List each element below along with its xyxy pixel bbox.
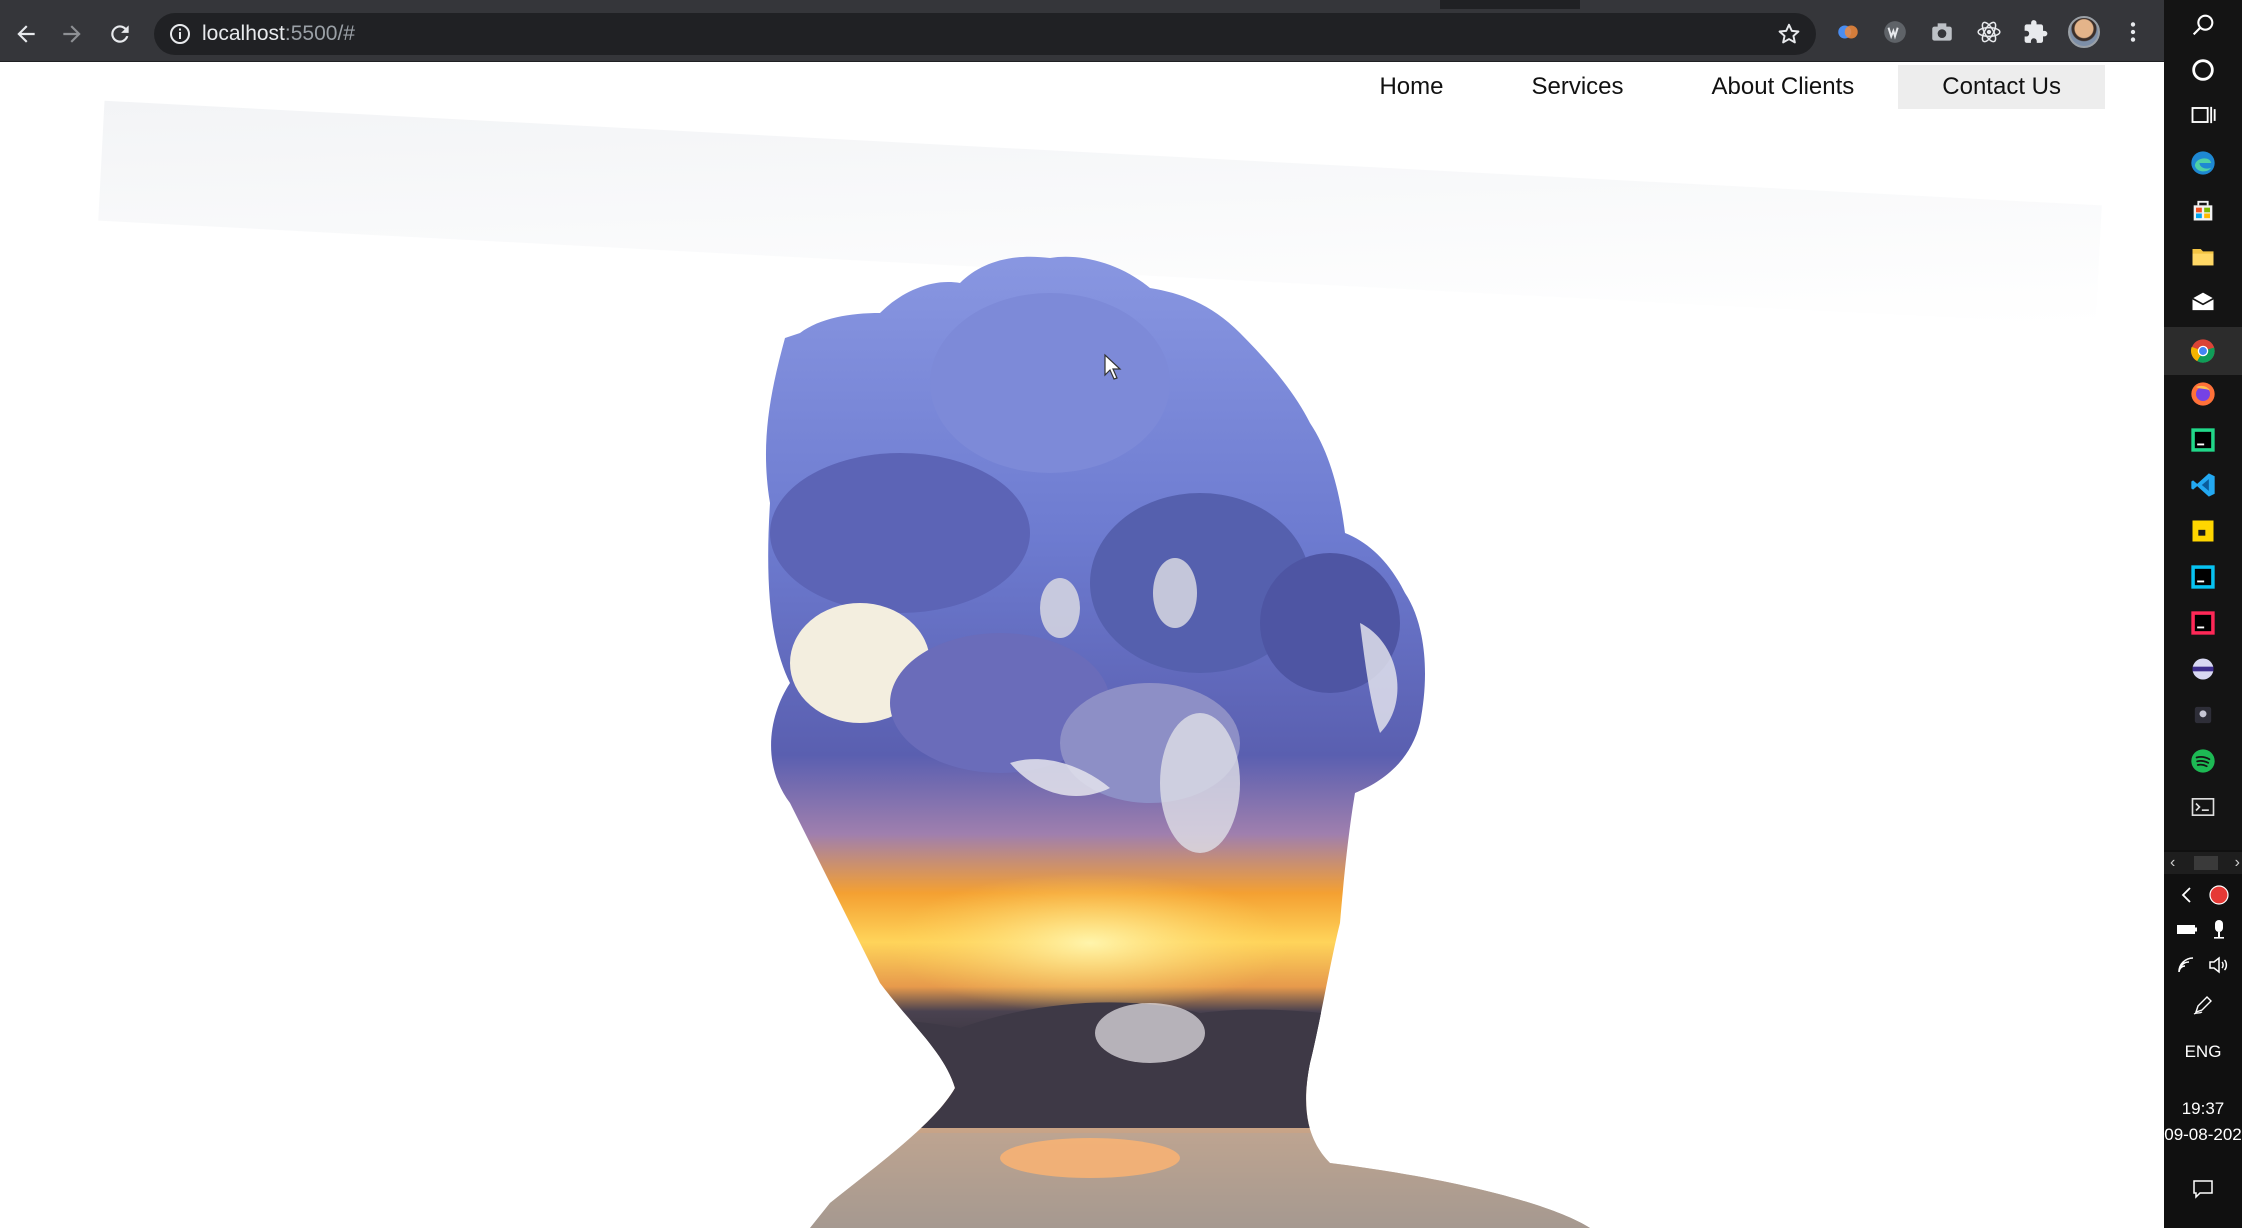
- site-navigation: Home Services About Clients Contact Us: [1335, 65, 2105, 109]
- scroll-left-icon[interactable]: ‹: [2170, 854, 2175, 872]
- taskbar-scrollbar[interactable]: ‹ ›: [2164, 852, 2242, 874]
- taskbar-app-2[interactable]: [2183, 695, 2223, 735]
- notification-icon: [2193, 1180, 2213, 1199]
- windows-taskbar: ‹ › ENG 19:37 09-08-202: [2164, 0, 2242, 1228]
- arrow-left-icon: [17, 25, 35, 43]
- tray-network[interactable]: [2174, 952, 2200, 978]
- tab-edge: [1580, 0, 2164, 9]
- action-center[interactable]: [2190, 1176, 2216, 1202]
- tray-record[interactable]: [2206, 882, 2232, 908]
- dualless-icon: [1838, 25, 1858, 39]
- url-host: localhost: [202, 22, 285, 45]
- search-icon: [2192, 14, 2214, 36]
- taskbar-pycharm[interactable]: [2183, 420, 2223, 460]
- taskbar-firefox[interactable]: [2183, 374, 2223, 414]
- taskbar-terminal[interactable]: [2183, 787, 2223, 827]
- task-view-icon: [2191, 106, 2216, 124]
- edge-icon: [2191, 151, 2215, 175]
- spotify-icon: [2191, 749, 2215, 773]
- taskbar-sticky-notes[interactable]: [2183, 511, 2223, 551]
- taskbar-webstorm[interactable]: [2183, 557, 2223, 597]
- store-icon: [2193, 200, 2213, 221]
- taskbar-edge[interactable]: [2183, 143, 2223, 183]
- taskbar-mail[interactable]: [2183, 282, 2223, 322]
- dualless-extension[interactable]: [1833, 17, 1863, 47]
- scroll-thumb[interactable]: [2194, 856, 2218, 870]
- double-exposure-fill: [765, 256, 1590, 1228]
- w-extension-icon: [1884, 21, 1906, 43]
- pen-icon: [2193, 996, 2212, 1015]
- pycharm-icon: [2191, 428, 2215, 452]
- taskbar-store[interactable]: [2183, 190, 2223, 230]
- arrow-right-icon: [63, 25, 81, 43]
- terminal-icon: [2191, 798, 2215, 816]
- mail-icon: [2192, 292, 2214, 311]
- tray-collapse[interactable]: [2174, 882, 2200, 908]
- tray-date[interactable]: 09-08-202: [2164, 1125, 2242, 1145]
- chevron-left-icon: [2181, 887, 2191, 903]
- chrome-icon: [2190, 339, 2215, 363]
- app2-icon: [2194, 706, 2212, 724]
- taskbar-cortana[interactable]: [2183, 50, 2223, 90]
- tray-pen[interactable]: [2190, 992, 2216, 1018]
- react-devtools-extension[interactable]: [1974, 17, 2004, 47]
- address-bar[interactable]: localhost:5500/#: [154, 13, 1816, 55]
- sticky-notes-icon: [2192, 520, 2214, 542]
- url-path: :5500/#: [284, 22, 355, 45]
- tab-strip: [0, 0, 2164, 9]
- taskbar-spotify[interactable]: [2183, 741, 2223, 781]
- vscode-icon: [2191, 473, 2215, 497]
- firefox-icon: [2191, 382, 2215, 406]
- hero-image: [765, 256, 1590, 1228]
- forward-button[interactable]: [52, 14, 92, 54]
- back-button[interactable]: [6, 14, 46, 54]
- react-devtools-icon: [1977, 21, 2001, 43]
- file-explorer-icon: [2192, 249, 2214, 266]
- avatar[interactable]: [2068, 16, 2100, 48]
- reload-button[interactable]: [100, 14, 140, 54]
- puzzle-icon: [2024, 20, 2048, 43]
- volume-icon: [2209, 956, 2228, 974]
- nav-home[interactable]: Home: [1335, 65, 1487, 109]
- record-icon: [2209, 885, 2229, 905]
- star-icon[interactable]: [1776, 21, 1802, 47]
- nav-about-clients[interactable]: About Clients: [1668, 65, 1899, 109]
- tray-volume[interactable]: [2206, 952, 2232, 978]
- w-extension[interactable]: [1880, 17, 1910, 47]
- taskbar-search[interactable]: [2183, 5, 2223, 45]
- battery-icon: [2177, 925, 2197, 934]
- screenshot-extension[interactable]: [1927, 17, 1957, 47]
- info-icon[interactable]: [168, 22, 192, 46]
- intellij-icon: [2191, 611, 2215, 635]
- reload-icon: [111, 25, 129, 43]
- web-page: Home Services About Clients Contact Us: [0, 63, 2164, 1228]
- tray-battery[interactable]: [2174, 916, 2200, 942]
- scroll-right-icon[interactable]: ›: [2235, 854, 2240, 872]
- active-tab-edge: [0, 0, 1440, 9]
- nav-services[interactable]: Services: [1488, 65, 1668, 109]
- taskbar-app[interactable]: [2183, 649, 2223, 689]
- app-icon: [2192, 658, 2214, 680]
- wifi-icon: [2178, 957, 2194, 973]
- url-text[interactable]: localhost:5500/#: [202, 22, 355, 46]
- taskbar-intellij[interactable]: [2183, 603, 2223, 643]
- taskbar-vscode[interactable]: [2183, 465, 2223, 505]
- tray-language[interactable]: ENG: [2164, 1042, 2242, 1062]
- taskbar-file-explorer[interactable]: [2183, 236, 2223, 276]
- camera-icon: [1932, 23, 1952, 41]
- taskbar-task-view[interactable]: [2183, 95, 2223, 135]
- browser-toolbar: localhost:5500/#: [0, 0, 2164, 62]
- webstorm-icon: [2191, 565, 2215, 589]
- microphone-icon: [2214, 920, 2224, 939]
- browser-menu-button[interactable]: [2118, 17, 2148, 47]
- tray-microphone[interactable]: [2206, 916, 2232, 942]
- cortana-icon: [2192, 59, 2214, 81]
- nav-contact-us[interactable]: Contact Us: [1898, 65, 2105, 109]
- extensions-button[interactable]: [2021, 17, 2051, 47]
- taskbar-chrome[interactable]: [2164, 327, 2242, 375]
- tray-time[interactable]: 19:37: [2164, 1099, 2242, 1119]
- kebab-menu-icon: [2130, 22, 2136, 42]
